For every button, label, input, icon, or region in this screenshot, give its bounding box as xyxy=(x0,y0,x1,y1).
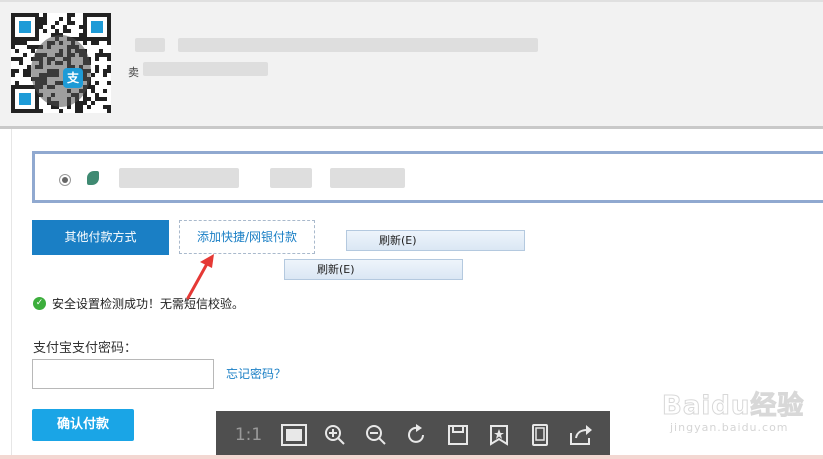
blurred-seller-name xyxy=(143,62,268,76)
blurred-account-info xyxy=(119,168,239,188)
image-viewer-toolbar: 1:1 xyxy=(216,411,610,459)
qr-code: 支 xyxy=(11,13,111,113)
forgot-password-link[interactable]: 忘记密码？ xyxy=(226,365,286,382)
payment-account-option[interactable] xyxy=(32,151,823,203)
share-icon[interactable] xyxy=(568,422,594,448)
zoom-in-icon[interactable] xyxy=(322,422,348,448)
zoom-out-icon[interactable] xyxy=(363,422,389,448)
content-left-border xyxy=(11,129,12,459)
password-label: 支付宝支付密码： xyxy=(33,341,138,356)
account-radio[interactable] xyxy=(59,174,71,186)
actual-size-button[interactable]: 1:1 xyxy=(232,422,266,448)
order-header: 支 卖 xyxy=(0,0,823,129)
refresh-button-secondary[interactable]: 刷新(E) xyxy=(284,259,463,280)
save-icon[interactable] xyxy=(445,422,471,448)
other-payment-methods-button[interactable]: 其他付款方式 xyxy=(32,220,169,255)
fit-screen-icon[interactable] xyxy=(280,422,307,448)
blurred-order-title xyxy=(135,38,165,52)
favorite-icon[interactable] xyxy=(486,422,512,448)
header-edge xyxy=(0,0,823,2)
refresh-button[interactable]: 刷新(E) xyxy=(346,230,525,251)
alipay-logo-icon: 支 xyxy=(63,68,83,88)
check-circle-icon: ✓ xyxy=(33,297,46,310)
confirm-payment-button[interactable]: 确认付款 xyxy=(32,409,134,441)
add-quick-payment-button[interactable]: 添加快捷/网银付款 xyxy=(179,220,315,254)
seller-prefix: 卖 xyxy=(128,66,139,79)
bottom-strip xyxy=(0,455,823,459)
baidu-watermark-logo: Baidu经验 xyxy=(661,391,805,422)
qr-code-image xyxy=(11,13,111,113)
security-check-status: ✓ 安全设置检测成功！无需短信校验。 xyxy=(33,295,244,312)
payment-password-input[interactable] xyxy=(32,359,214,389)
bank-icon xyxy=(87,171,99,185)
blurred-order-title xyxy=(178,38,538,52)
baidu-watermark-url: jingyan.baidu.com xyxy=(670,421,789,434)
security-status-text: 安全设置检测成功！无需短信校验。 xyxy=(52,297,245,311)
mobile-icon[interactable] xyxy=(527,422,553,448)
blurred-account-info xyxy=(270,168,312,188)
rotate-icon[interactable] xyxy=(404,422,430,448)
blurred-account-info xyxy=(330,168,405,188)
